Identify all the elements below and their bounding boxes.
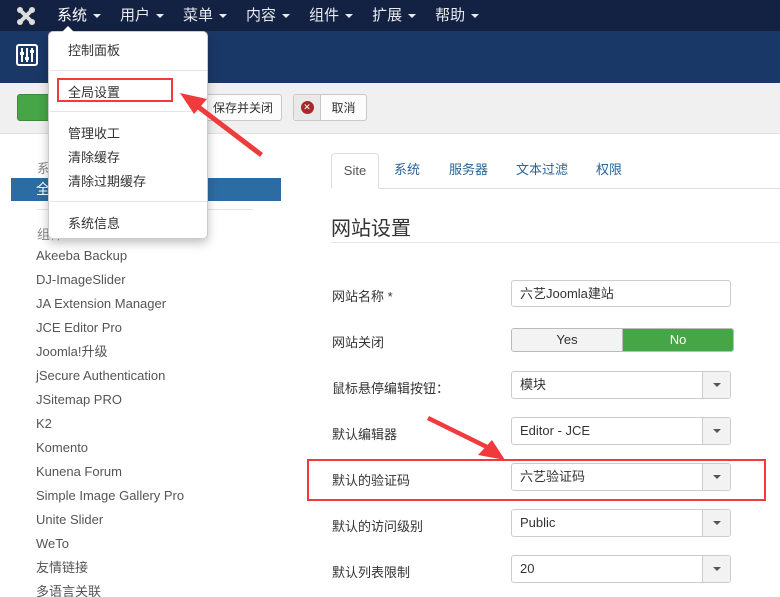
caret-down-icon xyxy=(93,14,102,18)
nav-help[interactable]: 帮助 xyxy=(435,0,480,31)
sidebar-item[interactable]: JCE Editor Pro xyxy=(36,316,184,340)
sidebar-components-list: Akeeba Backup DJ-ImageSlider JA Extensio… xyxy=(36,244,184,597)
section-divider xyxy=(331,242,780,243)
menu-item-clear-expired-cache[interactable]: 清除过期缓存 xyxy=(68,171,146,190)
menu-item-control-panel[interactable]: 控制面板 xyxy=(68,40,120,59)
nav-extensions[interactable]: 扩展 xyxy=(372,0,417,31)
caret-down-icon xyxy=(156,14,165,18)
site-offline-toggle: Yes No xyxy=(511,328,734,352)
menu-divider xyxy=(50,70,207,71)
sidebar-item[interactable]: Simple Image Gallery Pro xyxy=(36,484,184,508)
frontend-editing-label: 鼠标悬停编辑按钮： xyxy=(332,381,450,396)
default-access-value: Public xyxy=(520,515,556,530)
nav-users[interactable]: 用户 xyxy=(120,0,165,31)
default-list-limit-label: 默认列表限制 xyxy=(332,565,411,580)
menu-item-system-information[interactable]: 系统信息 xyxy=(68,213,120,232)
cancel-label: 取消 xyxy=(331,101,356,115)
chevron-down-icon xyxy=(702,556,730,582)
site-offline-label: 网站关闭 xyxy=(332,335,385,350)
dropdown-arrow xyxy=(62,26,74,32)
nav-components[interactable]: 组件 xyxy=(309,0,354,31)
chevron-down-icon xyxy=(702,464,730,490)
default-access-label: 默认的访问级别 xyxy=(332,519,424,534)
section-title: 网站设置 xyxy=(331,218,411,240)
menu-item-global-checkin[interactable]: 管理收工 xyxy=(68,123,120,142)
nav-menus-label: 菜单 xyxy=(183,7,214,24)
nav-content[interactable]: 内容 xyxy=(246,0,291,31)
equalizer-settings-icon xyxy=(16,44,38,66)
tab-system[interactable]: 系统 xyxy=(394,153,420,189)
sidebar-item[interactable]: Komento xyxy=(36,436,184,460)
sidebar-item[interactable]: Unite Slider xyxy=(36,508,184,532)
cancel-button[interactable]: ✕ 取消 xyxy=(293,94,367,121)
sidebar-item[interactable]: JA Extension Manager xyxy=(36,292,184,316)
joomla-logo-icon[interactable] xyxy=(16,6,36,26)
default-list-limit-select[interactable]: 20 xyxy=(511,555,731,583)
top-navbar: 系统 用户 菜单 内容 组件 扩展 帮助 xyxy=(0,0,780,31)
sidebar-item[interactable]: Akeeba Backup xyxy=(36,244,184,268)
cancel-icon-wrap: ✕ xyxy=(294,95,321,120)
save-close-label: 保存并关闭 xyxy=(212,101,273,115)
menu-item-global-configuration[interactable]: 全局设置 xyxy=(68,82,120,101)
site-name-label: 网站名称 * xyxy=(332,289,393,304)
default-editor-value: Editor - JCE xyxy=(520,423,591,438)
caret-down-icon xyxy=(345,14,354,18)
chevron-down-icon xyxy=(702,510,730,536)
nav-components-label: 组件 xyxy=(309,7,340,24)
sidebar-item[interactable]: JSitemap PRO xyxy=(36,388,184,412)
sidebar-item[interactable]: 多语言关联 xyxy=(36,580,184,597)
save-close-button[interactable]: 保存并关闭 xyxy=(196,94,282,121)
config-tabs: Site 系统 服务器 文本过滤 权限 xyxy=(331,153,780,189)
tab-permissions[interactable]: 权限 xyxy=(596,153,622,189)
frontend-editing-select[interactable]: 模块 xyxy=(511,371,731,399)
caret-down-icon xyxy=(471,14,480,18)
sidebar-item[interactable]: K2 xyxy=(36,412,184,436)
default-editor-select[interactable]: Editor - JCE xyxy=(511,417,731,445)
nav-help-label: 帮助 xyxy=(435,7,466,24)
frontend-editing-value: 模块 xyxy=(520,377,547,392)
x-circle-icon: ✕ xyxy=(300,101,314,114)
chevron-down-icon xyxy=(702,372,730,398)
sidebar-item[interactable]: Joomla!升级 xyxy=(36,340,184,364)
default-access-select[interactable]: Public xyxy=(511,509,731,537)
sidebar-item[interactable]: Kunena Forum xyxy=(36,460,184,484)
default-captcha-label: 默认的验证码 xyxy=(332,473,411,488)
menu-item-clear-cache[interactable]: 清除缓存 xyxy=(68,147,120,166)
caret-down-icon xyxy=(282,14,291,18)
tab-text-filters[interactable]: 文本过滤 xyxy=(516,153,568,189)
site-name-input[interactable]: 六艺Joomla建站 xyxy=(511,280,731,307)
sidebar-item[interactable]: 友情链接 xyxy=(36,556,184,580)
nav-users-label: 用户 xyxy=(120,7,151,24)
nav-content-label: 内容 xyxy=(246,7,277,24)
menu-divider xyxy=(50,111,207,112)
nav-extensions-label: 扩展 xyxy=(372,7,403,24)
sidebar-item[interactable]: WeTo xyxy=(36,532,184,556)
nav-menus[interactable]: 菜单 xyxy=(183,0,228,31)
default-captcha-value: 六艺验证码 xyxy=(520,469,586,484)
sidebar-item[interactable]: DJ-ImageSlider xyxy=(36,268,184,292)
tab-server[interactable]: 服务器 xyxy=(449,153,488,189)
sidebar-item[interactable]: jSecure Authentication xyxy=(36,364,184,388)
site-offline-no[interactable]: No xyxy=(623,329,733,351)
default-captcha-select[interactable]: 六艺验证码 xyxy=(511,463,731,491)
arrow-to-captcha xyxy=(427,416,505,460)
default-editor-label: 默认编辑器 xyxy=(332,427,398,442)
system-dropdown-menu: 控制面板 全局设置 管理收工 清除缓存 清除过期缓存 系统信息 xyxy=(48,26,208,239)
chevron-down-icon xyxy=(702,418,730,444)
caret-down-icon xyxy=(408,14,417,18)
menu-divider xyxy=(50,201,207,202)
site-offline-yes[interactable]: Yes xyxy=(512,329,623,351)
caret-down-icon xyxy=(219,14,228,18)
default-list-limit-value: 20 xyxy=(520,561,535,576)
tab-site[interactable]: Site xyxy=(331,153,379,189)
